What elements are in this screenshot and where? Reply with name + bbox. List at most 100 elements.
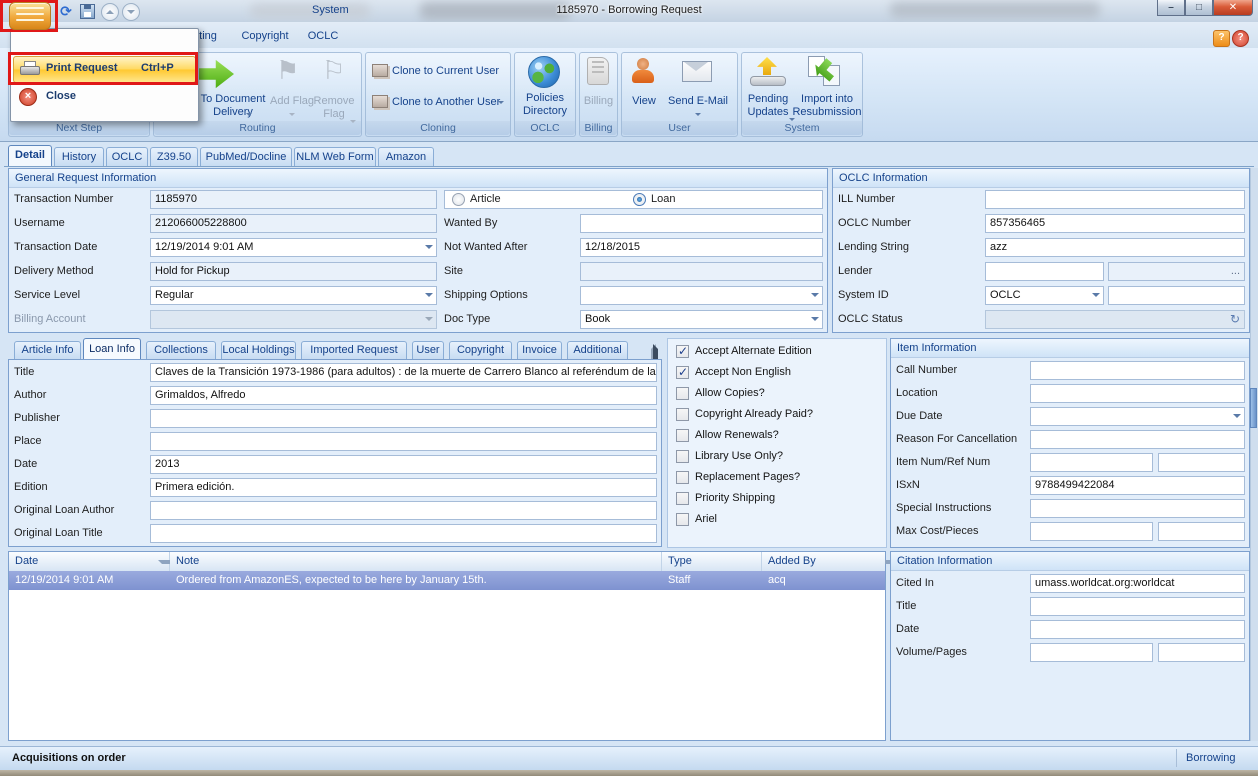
username-field[interactable]: 212066005228800 — [150, 214, 437, 233]
tab-nlm-web-form[interactable]: NLM Web Form — [294, 147, 376, 166]
allow-renewals-checkbox[interactable] — [676, 429, 689, 442]
minimize-button[interactable]: – — [1157, 0, 1185, 16]
doc-type-dropdown-icon[interactable] — [811, 310, 823, 329]
ref-num-field[interactable] — [1158, 453, 1245, 472]
maximize-button[interactable]: □ — [1185, 0, 1213, 16]
pages-field[interactable] — [1158, 643, 1245, 662]
subtab-additional[interactable]: Additional — [567, 341, 628, 359]
notes-col-note[interactable]: Note — [170, 552, 662, 571]
notes-col-date[interactable]: Date — [9, 552, 170, 571]
special-instructions-field[interactable] — [1030, 499, 1245, 518]
original-loan-title-field[interactable] — [150, 524, 657, 543]
call-number-field[interactable] — [1030, 361, 1245, 380]
isxn-field[interactable]: 9788499422084 — [1030, 476, 1245, 495]
subtab-article-info[interactable]: Article Info — [14, 341, 81, 359]
original-loan-author-field[interactable] — [150, 501, 657, 520]
volume-field[interactable] — [1030, 643, 1153, 662]
site-field[interactable] — [580, 262, 823, 281]
wanted-by-field[interactable] — [580, 214, 823, 233]
location-field[interactable] — [1030, 384, 1245, 403]
ariel-checkbox[interactable] — [676, 513, 689, 526]
system-id-field[interactable]: OCLC — [985, 286, 1104, 305]
citation-date-field[interactable] — [1030, 620, 1245, 639]
oclc-status-refresh-icon[interactable]: ↻ — [1230, 311, 1244, 328]
accept-alternate-edition-checkbox[interactable] — [676, 345, 689, 358]
transaction-date-field[interactable]: 12/19/2014 9:01 AM — [150, 238, 437, 257]
library-use-only-checkbox[interactable] — [676, 450, 689, 463]
shipping-options-dropdown-icon[interactable] — [811, 286, 823, 305]
item-num-field[interactable] — [1030, 453, 1153, 472]
lending-string-field[interactable]: azz — [985, 238, 1245, 257]
shipping-options-field[interactable] — [580, 286, 823, 305]
subtab-copyright[interactable]: Copyright — [449, 341, 512, 359]
due-date-dropdown-icon[interactable] — [1233, 407, 1245, 426]
tab-oclc[interactable]: OCLC — [300, 26, 346, 48]
loan-radio[interactable] — [633, 193, 646, 206]
copyright-already-paid-checkbox[interactable] — [676, 408, 689, 421]
lender-browse-button[interactable]: ... — [1108, 262, 1245, 281]
edition-field[interactable]: Primera edición. — [150, 478, 657, 497]
vertical-scrollbar-thumb[interactable] — [1250, 388, 1257, 428]
system-id-extra-field[interactable] — [1108, 286, 1245, 305]
subtab-invoice[interactable]: Invoice — [517, 341, 562, 359]
date-field[interactable]: 2013 — [150, 455, 657, 474]
to-document-delivery-dropdown-icon[interactable] — [246, 108, 252, 120]
previous-request-icon[interactable] — [101, 3, 119, 21]
subtab-user[interactable]: User — [412, 341, 444, 359]
subtab-loan-info[interactable]: Loan Info — [83, 338, 141, 359]
send-email-button[interactable]: Send E-Mail — [666, 95, 730, 108]
ill-number-field[interactable] — [985, 190, 1245, 209]
accept-non-english-checkbox[interactable] — [676, 366, 689, 379]
tab-amazon[interactable]: Amazon — [378, 147, 434, 166]
notes-col-added-by[interactable]: Added By — [762, 552, 885, 571]
not-wanted-after-field[interactable]: 12/18/2015 — [580, 238, 823, 257]
reason-for-cancellation-field[interactable] — [1030, 430, 1245, 449]
delivery-method-field[interactable]: Hold for Pickup — [150, 262, 437, 281]
import-into-resubmission-button[interactable]: Import into Resubmission — [792, 93, 862, 119]
place-field[interactable] — [150, 432, 657, 451]
author-field[interactable]: Grimaldos, Alfredo — [150, 386, 657, 405]
citation-title-field[interactable] — [1030, 597, 1245, 616]
app-menu-button[interactable] — [9, 2, 51, 30]
title-field[interactable]: Claves de la Transición 1973-1986 (para … — [150, 363, 657, 382]
tab-pubmed-docline[interactable]: PubMed/Docline — [200, 147, 292, 166]
priority-shipping-checkbox[interactable] — [676, 492, 689, 505]
tab-oclc-main[interactable]: OCLC — [106, 147, 148, 166]
pieces-field[interactable] — [1158, 522, 1245, 541]
vertical-scrollbar[interactable] — [1250, 168, 1258, 741]
next-request-icon[interactable] — [122, 3, 140, 21]
tab-history[interactable]: History — [54, 147, 104, 166]
subtab-collections[interactable]: Collections — [146, 341, 216, 359]
doc-type-field[interactable]: Book — [580, 310, 823, 329]
transaction-date-dropdown-icon[interactable] — [425, 238, 437, 257]
help-icon[interactable]: ? — [1232, 30, 1249, 47]
menu-item-close[interactable]: Close — [46, 84, 76, 109]
close-window-button[interactable]: ✕ — [1213, 0, 1253, 16]
publisher-field[interactable] — [150, 409, 657, 428]
billing-button[interactable]: Billing — [579, 95, 618, 108]
notes-col-type[interactable]: Type — [662, 552, 762, 571]
titlebar[interactable]: 1185970 - Borrowing Request — [0, 0, 1258, 23]
clone-to-current-user-button[interactable]: Clone to Current User — [392, 65, 508, 78]
system-id-dropdown-icon[interactable] — [1092, 286, 1104, 305]
service-level-field[interactable]: Regular — [150, 286, 437, 305]
refresh-icon[interactable]: ⟳ — [57, 3, 75, 19]
allow-copies-checkbox[interactable] — [676, 387, 689, 400]
alert-icon[interactable]: ? — [1213, 30, 1230, 47]
due-date-field[interactable] — [1030, 407, 1245, 426]
tab-copyright[interactable]: Copyright — [232, 26, 298, 48]
max-cost-field[interactable] — [1030, 522, 1153, 541]
tab-z3950[interactable]: Z39.50 — [150, 147, 198, 166]
send-email-dropdown-icon[interactable] — [695, 108, 701, 120]
clone-to-another-user-button[interactable]: Clone to Another User — [392, 96, 502, 109]
subtab-imported-request[interactable]: Imported Request — [301, 341, 407, 359]
lender-field[interactable] — [985, 262, 1104, 281]
subtab-local-holdings[interactable]: Local Holdings — [221, 341, 296, 359]
tab-detail[interactable]: Detail — [8, 145, 52, 166]
transaction-number-field[interactable]: 1185970 — [150, 190, 437, 209]
oclc-number-field[interactable]: 857356465 — [985, 214, 1245, 233]
service-level-dropdown-icon[interactable] — [425, 286, 437, 305]
view-user-button[interactable]: View — [624, 95, 664, 108]
article-radio[interactable] — [452, 193, 465, 206]
note-row-selected[interactable]: 12/19/2014 9:01 AM Ordered from AmazonES… — [9, 571, 885, 590]
